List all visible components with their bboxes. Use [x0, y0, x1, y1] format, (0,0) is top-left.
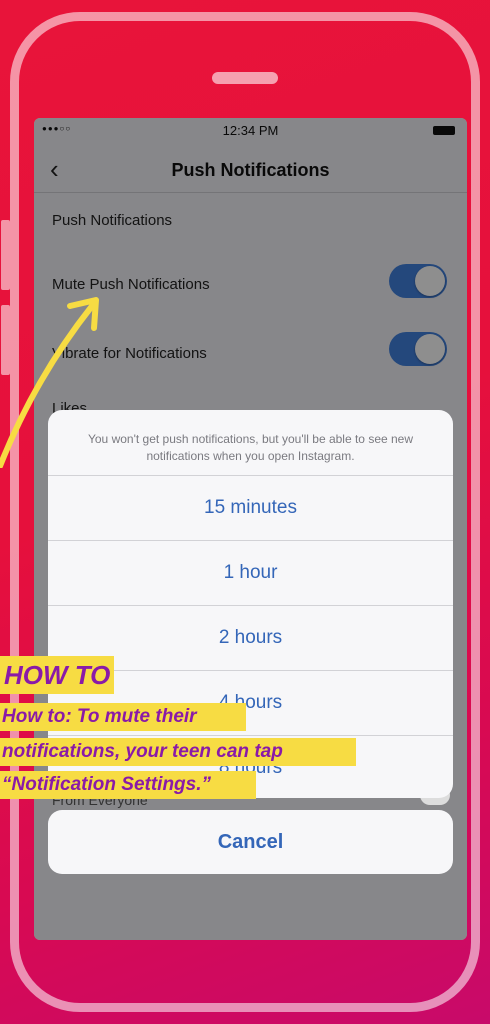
phone-speaker	[212, 72, 278, 84]
option-15-minutes[interactable]: 15 minutes	[48, 476, 453, 541]
caption-line-1: How to: To mute their	[0, 703, 246, 731]
pointer-arrow-icon	[0, 297, 99, 468]
caption-line-2: notifications, your teen can tap	[0, 738, 356, 766]
phone-side-button	[1, 220, 10, 290]
caption-line-3: “Notification Settings.”	[0, 771, 256, 799]
cancel-button[interactable]: Cancel	[48, 810, 453, 874]
option-1-hour[interactable]: 1 hour	[48, 541, 453, 606]
caption-title: HOW TO	[0, 656, 114, 694]
